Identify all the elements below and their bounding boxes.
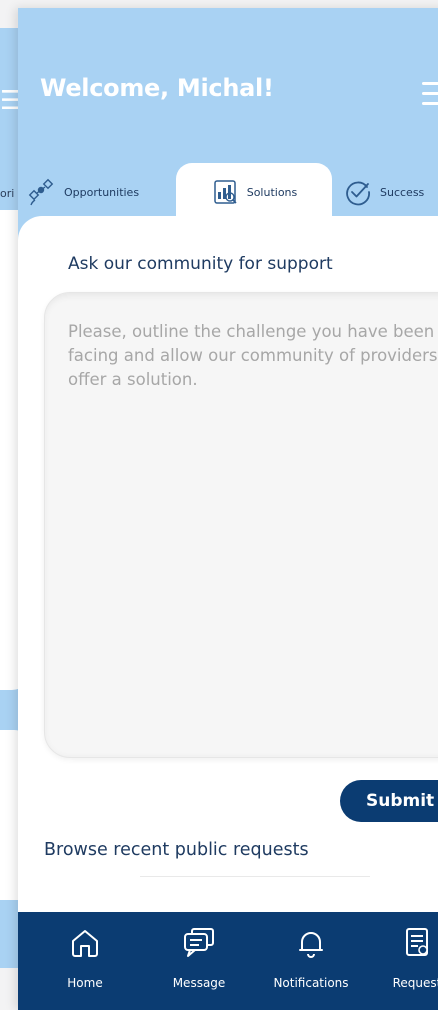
check-circle-icon xyxy=(346,181,370,206)
home-icon xyxy=(72,930,98,957)
bell-icon xyxy=(299,932,323,958)
tab-solutions[interactable]: Solutions xyxy=(176,163,332,221)
ask-community-title: Ask our community for support xyxy=(68,254,333,274)
hamburger-menu-icon[interactable] xyxy=(422,82,438,112)
submit-button[interactable]: Submit xyxy=(340,780,438,822)
tab-label-success: Success xyxy=(380,185,425,199)
chat-bubbles-icon xyxy=(184,928,214,957)
nav-label-home: Home xyxy=(67,976,103,990)
nav-item-request[interactable]: Request xyxy=(372,926,438,990)
tab-opportunities[interactable]: Opportunities xyxy=(28,166,139,218)
chart-document-icon xyxy=(213,180,237,204)
satellite-icon xyxy=(28,178,54,206)
browse-requests-link[interactable]: Browse recent public requests xyxy=(44,840,309,860)
tab-label-solutions: Solutions xyxy=(246,185,298,199)
app-screen: Welcome, Michal! Opportunities Solutions xyxy=(18,8,438,1010)
nav-label-notifications: Notifications xyxy=(273,976,349,990)
divider xyxy=(140,876,370,877)
background-tab-fragment: ori xyxy=(0,187,15,200)
nav-item-home[interactable]: Home xyxy=(40,926,130,990)
tab-success[interactable]: Success xyxy=(344,166,424,218)
nav-label-message: Message xyxy=(172,976,226,990)
document-list-icon xyxy=(406,928,428,956)
tab-label-opportunities: Opportunities xyxy=(64,185,140,199)
welcome-title: Welcome, Michal! xyxy=(40,74,274,102)
nav-item-notifications[interactable]: Notifications xyxy=(266,926,356,990)
nav-item-message[interactable]: Message xyxy=(154,926,244,990)
textarea-placeholder: Please, outline the challenge you have b… xyxy=(68,322,438,389)
nav-label-request: Request xyxy=(392,976,438,990)
bottom-nav: Home Message Notifications Request xyxy=(18,912,438,1010)
